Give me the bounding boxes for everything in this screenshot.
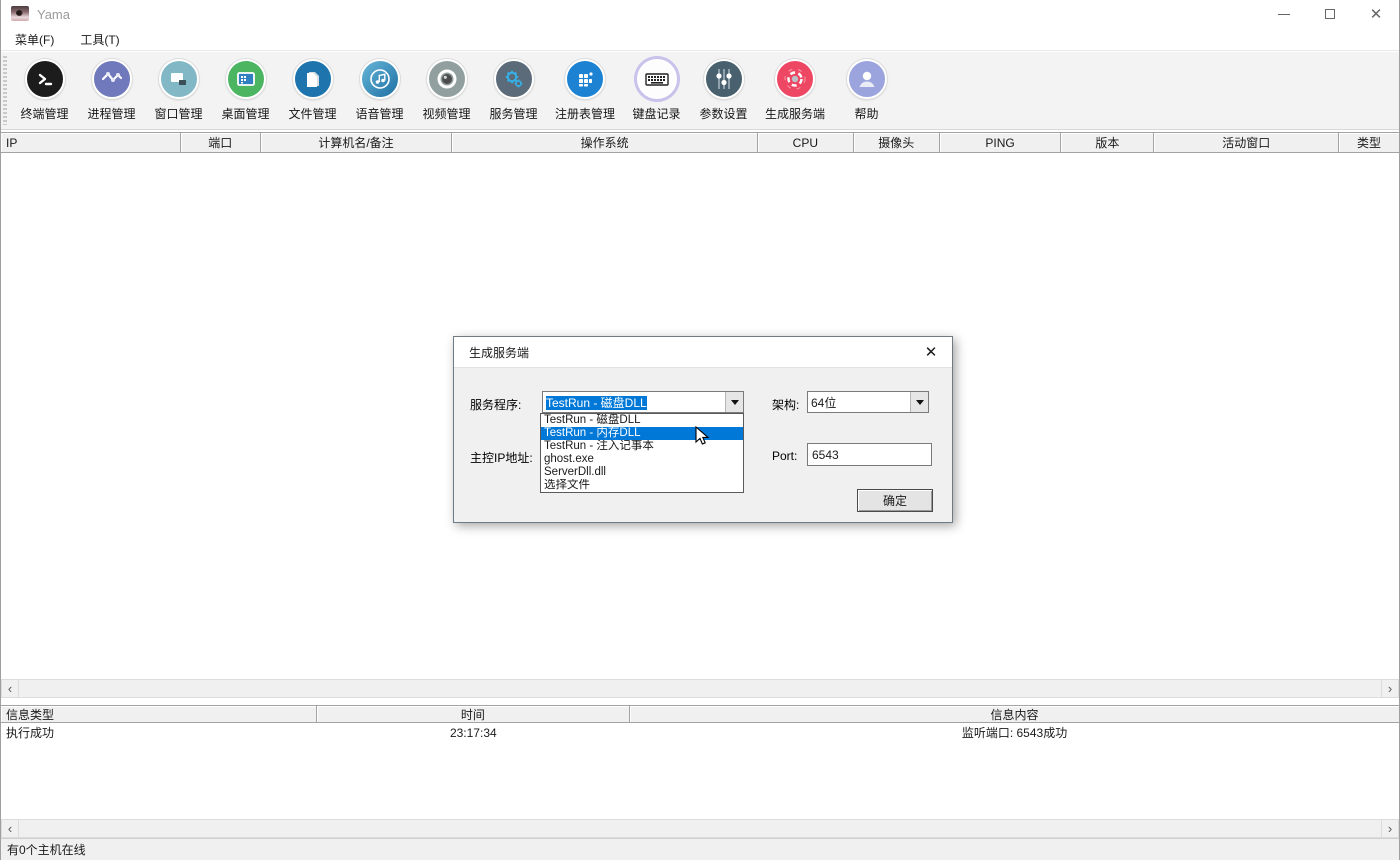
scroll-right-arrow[interactable]: ›	[1381, 680, 1398, 697]
column-header-type[interactable]: 类型	[1339, 133, 1399, 152]
camera-eye-icon	[427, 59, 467, 99]
gears-icon	[494, 59, 534, 99]
log-row[interactable]: 执行成功 23:17:34 监听端口: 6543成功	[1, 724, 1399, 741]
dropdown-option[interactable]: 选择文件	[541, 479, 743, 492]
service-program-label: 服务程序:	[470, 396, 521, 413]
toolbar-build-server[interactable]: 生成服务端	[757, 57, 833, 122]
audio-icon	[360, 59, 400, 99]
arch-label: 架构:	[772, 396, 799, 413]
minimize-icon	[1278, 14, 1290, 15]
chevron-down-icon	[731, 400, 739, 405]
terminal-icon	[25, 59, 65, 99]
service-program-combobox[interactable]: TestRun - 磁盘DLL	[542, 391, 744, 413]
minimize-button[interactable]	[1261, 0, 1307, 28]
scroll-left-arrow[interactable]: ‹	[2, 820, 19, 837]
master-ip-label: 主控IP地址:	[470, 449, 533, 466]
target-icon	[775, 59, 815, 99]
toolbar-help[interactable]: 帮助	[833, 57, 900, 122]
files-icon	[293, 59, 333, 99]
dialog-close-button[interactable]: ✕	[918, 341, 944, 363]
person-icon	[847, 59, 887, 99]
registry-icon	[565, 59, 605, 99]
maximize-button[interactable]	[1307, 0, 1353, 28]
toolbar-keylogger[interactable]: 键盘记录	[623, 57, 690, 122]
toolbar-files[interactable]: 文件管理	[279, 57, 346, 122]
status-text: 有0个主机在线	[7, 841, 86, 858]
log-time: 23:17:34	[317, 724, 631, 741]
close-button[interactable]: ✕	[1353, 0, 1399, 28]
toolbar: 终端管理 进程管理 窗口管理 桌面管理 文件管理	[1, 52, 1399, 130]
log-msg-content: 监听端口: 6543成功	[630, 724, 1399, 741]
keyboard-icon	[637, 59, 677, 99]
toolbar-video[interactable]: 视频管理	[413, 57, 480, 122]
mouse-cursor-icon	[695, 426, 711, 451]
scroll-left-arrow[interactable]: ‹	[2, 680, 19, 697]
column-header-camera[interactable]: 摄像头	[854, 133, 940, 152]
toolbar-window-mgmt[interactable]: 窗口管理	[145, 57, 212, 122]
ok-button[interactable]: 确定	[857, 489, 933, 512]
column-header-cpu[interactable]: CPU	[758, 133, 854, 152]
column-header-ping[interactable]: PING	[940, 133, 1062, 152]
chevron-down-icon	[916, 400, 924, 405]
toolbar-process[interactable]: 进程管理	[78, 57, 145, 122]
menu-item-tools[interactable]: 工具(T)	[74, 29, 125, 50]
toolbar-gripper	[3, 56, 7, 125]
dropdown-option-selected[interactable]: TestRun - 内存DLL	[541, 427, 743, 440]
column-header-version[interactable]: 版本	[1061, 133, 1154, 152]
arch-value: 64位	[808, 394, 910, 411]
combo-dropdown-button[interactable]	[725, 392, 743, 412]
dropdown-option[interactable]: ghost.exe	[541, 453, 743, 466]
windows-icon	[159, 59, 199, 99]
menu-item-file[interactable]: 菜单(F)	[9, 29, 60, 50]
service-program-value: TestRun - 磁盘DLL	[546, 396, 647, 410]
toolbar-services[interactable]: 服务管理	[480, 57, 547, 122]
dialog-title: 生成服务端	[469, 344, 529, 361]
window-title: Yama	[37, 7, 70, 22]
column-header-computer[interactable]: 计算机名/备注	[261, 133, 453, 152]
column-header-time[interactable]: 时间	[317, 706, 631, 722]
log-hscrollbar[interactable]: ‹ ›	[1, 819, 1399, 838]
toolbar-audio[interactable]: 语音管理	[346, 57, 413, 122]
toolbar-terminal[interactable]: 终端管理	[11, 57, 78, 122]
dropdown-option[interactable]: TestRun - 注入记事本	[541, 440, 743, 453]
dropdown-option[interactable]: TestRun - 磁盘DLL	[541, 414, 743, 427]
service-program-dropdown-list: TestRun - 磁盘DLL TestRun - 内存DLL TestRun …	[540, 413, 744, 493]
activity-icon	[92, 59, 132, 99]
close-icon: ✕	[925, 343, 938, 361]
column-header-msg-type[interactable]: 信息类型	[1, 706, 317, 722]
toolbar-settings[interactable]: 参数设置	[690, 57, 757, 122]
hosts-hscrollbar[interactable]: ‹ ›	[1, 679, 1399, 698]
toolbar-registry[interactable]: 注册表管理	[547, 57, 623, 122]
column-header-ip[interactable]: IP	[1, 133, 181, 152]
port-input[interactable]: 6543	[807, 443, 932, 466]
menu-bar: 菜单(F) 工具(T)	[1, 28, 1399, 51]
column-header-active-window[interactable]: 活动窗口	[1154, 133, 1339, 152]
sliders-icon	[704, 59, 744, 99]
app-window: Yama ✕ 菜单(F) 工具(T) 终端管理 进程管理	[0, 0, 1400, 860]
title-bar: Yama ✕	[1, 0, 1399, 28]
toolbar-desktop[interactable]: 桌面管理	[212, 57, 279, 122]
combo-dropdown-button[interactable]	[910, 392, 928, 412]
hosts-table-header: IP 端口 计算机名/备注 操作系统 CPU 摄像头 PING 版本 活动窗口 …	[1, 132, 1399, 153]
scroll-right-arrow[interactable]: ›	[1381, 820, 1398, 837]
app-icon	[11, 6, 29, 21]
maximize-icon	[1325, 9, 1335, 19]
dialog-title-bar: 生成服务端 ✕	[454, 337, 952, 368]
log-table-header: 信息类型 时间 信息内容	[1, 705, 1399, 723]
log-msg-type: 执行成功	[1, 724, 317, 741]
desktop-icon	[226, 59, 266, 99]
column-header-msg-content[interactable]: 信息内容	[630, 706, 1399, 722]
dropdown-option[interactable]: ServerDll.dll	[541, 466, 743, 479]
column-header-port[interactable]: 端口	[181, 133, 261, 152]
close-icon: ✕	[1370, 7, 1383, 22]
arch-combobox[interactable]: 64位	[807, 391, 929, 413]
port-label: Port:	[772, 449, 797, 463]
status-bar: 有0个主机在线	[1, 838, 1399, 860]
column-header-os[interactable]: 操作系统	[452, 133, 758, 152]
